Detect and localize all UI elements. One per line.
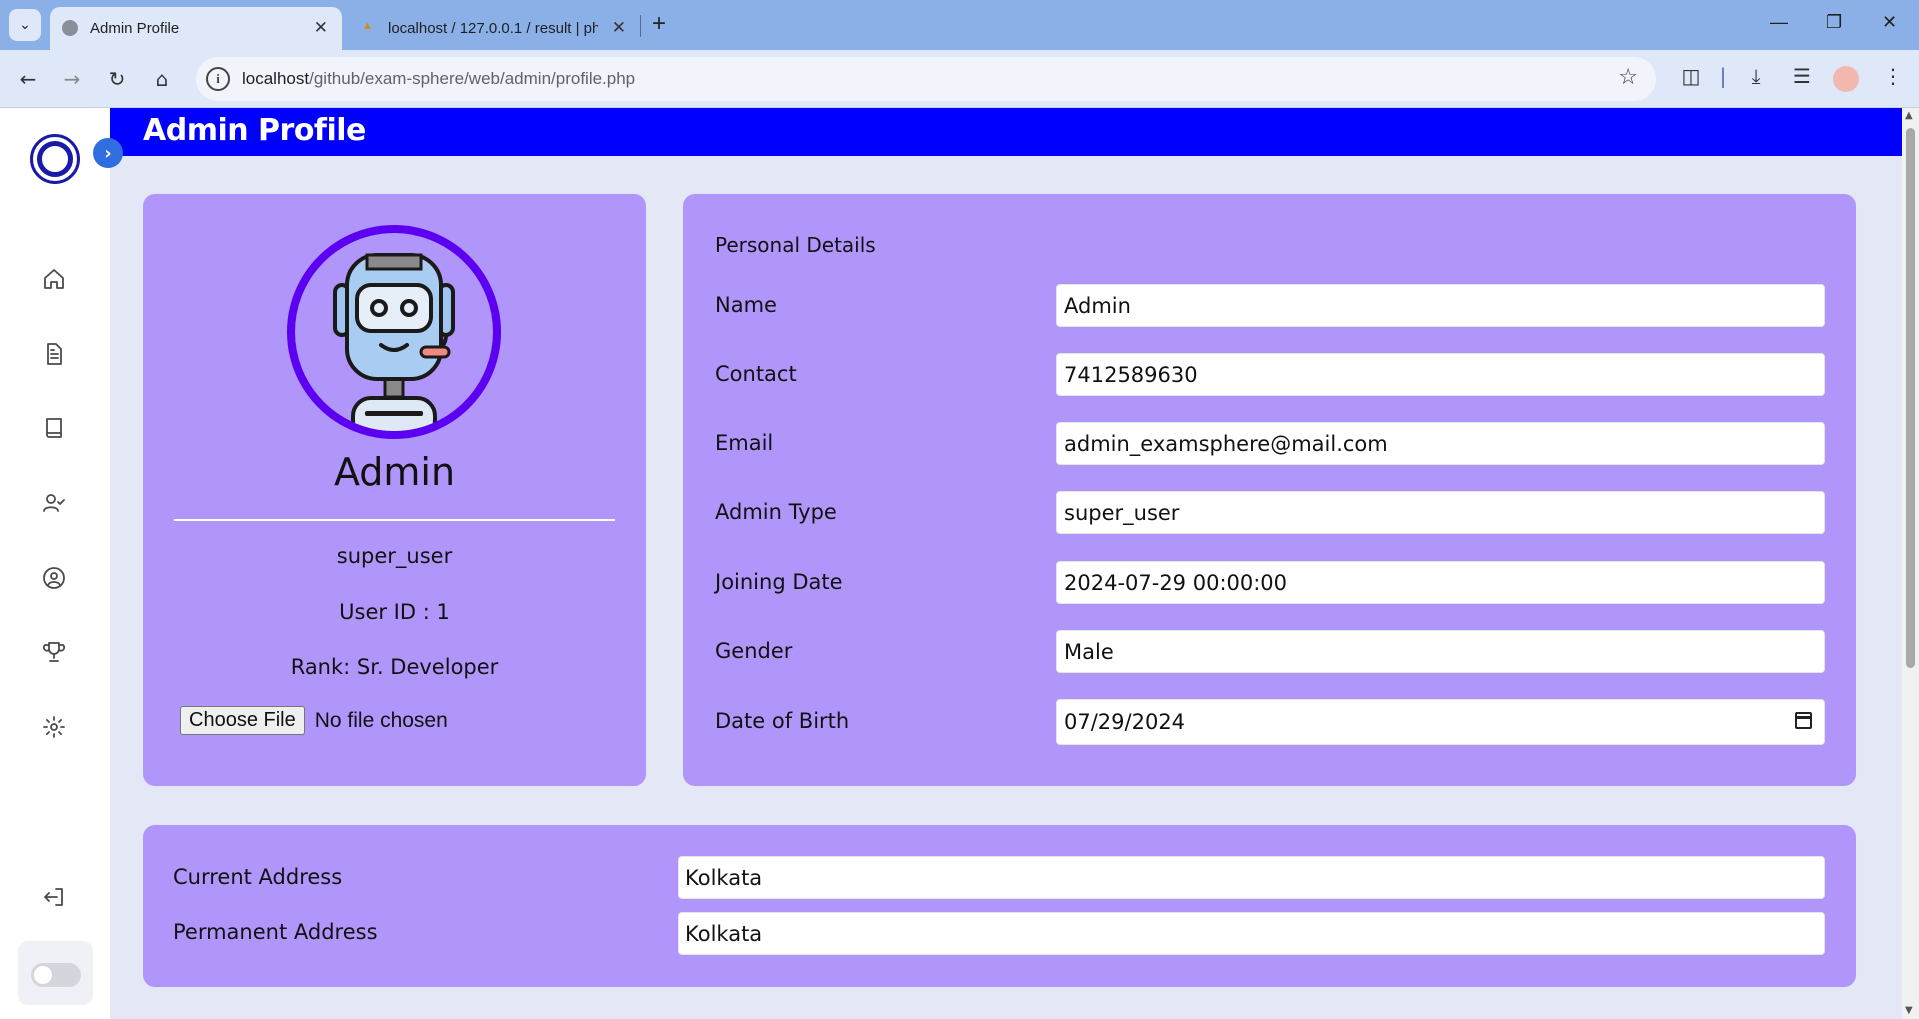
home-icon[interactable]: [40, 265, 68, 293]
choose-file-button[interactable]: Choose File: [180, 706, 305, 735]
avatar: [287, 225, 501, 439]
tab-title: localhost / 127.0.0.1 / result | ph: [388, 20, 598, 37]
reload-icon[interactable]: ↻: [102, 64, 132, 94]
bookmark-star-icon[interactable]: ☆: [1618, 65, 1638, 90]
browser-tab-bar: ⌄ Admin Profile ✕ ▲ localhost / 127.0.0.…: [0, 0, 1919, 50]
extensions-icon[interactable]: ◫: [1676, 64, 1706, 88]
logout-icon[interactable]: [40, 883, 68, 911]
profile-card: Admin super_user User ID : 1 Rank: Sr. D…: [143, 194, 646, 786]
dark-mode-toggle[interactable]: [31, 963, 81, 987]
address-card: Current Address Kolkata Permanent Addres…: [143, 825, 1856, 987]
sidebar: [0, 108, 110, 1019]
back-icon[interactable]: ←: [13, 64, 43, 94]
user-check-icon[interactable]: [40, 489, 68, 517]
rank-text: Rank: Sr. Developer: [290, 655, 499, 679]
admin-type-text: super_user: [336, 544, 453, 568]
menu-kebab-icon[interactable]: ⋮: [1878, 64, 1908, 88]
close-tab-icon[interactable]: ✕: [314, 18, 328, 38]
divider: [174, 519, 615, 521]
close-window-icon[interactable]: ✕: [1882, 12, 1897, 33]
restore-icon[interactable]: ❐: [1826, 12, 1842, 33]
profile-avatar-icon[interactable]: [1833, 66, 1859, 92]
scroll-down-icon[interactable]: ▼: [1905, 1005, 1913, 1016]
app-logo[interactable]: [30, 134, 80, 184]
calendar-icon[interactable]: [1795, 712, 1812, 729]
browser-toolbar: ← → ↻ ⌂ i localhost/github/exam-sphere/w…: [0, 50, 1919, 108]
tab-phpmyadmin[interactable]: ▲ localhost / 127.0.0.1 / result | ph ✕: [350, 7, 640, 50]
permanent-address-field[interactable]: Kolkata: [678, 912, 1825, 955]
forward-icon[interactable]: →: [57, 64, 87, 94]
settings-icon[interactable]: [40, 713, 68, 741]
scroll-up-icon[interactable]: ▲: [1905, 110, 1913, 121]
name-field[interactable]: Admin: [1056, 284, 1825, 327]
contact-label: Contact: [715, 362, 797, 386]
robot-avatar-icon: [333, 253, 455, 431]
permanent-address-label: Permanent Address: [173, 920, 378, 944]
file-upload: Choose File No file chosen: [180, 706, 448, 735]
profile-name: Admin: [333, 450, 456, 494]
current-address-label: Current Address: [173, 865, 343, 889]
joining-date-field[interactable]: 2024-07-29 00:00:00: [1056, 561, 1825, 604]
joining-date-label: Joining Date: [715, 570, 843, 594]
admin-type-label: Admin Type: [715, 500, 837, 524]
dob-field[interactable]: 07/29/2024: [1056, 699, 1825, 745]
site-info-icon[interactable]: i: [206, 67, 230, 91]
tab-title: Admin Profile: [90, 20, 180, 37]
scrollbar-thumb[interactable]: [1906, 128, 1915, 668]
personal-details-card: Personal Details Name Admin Contact 7412…: [683, 194, 1856, 786]
page-scrollbar[interactable]: ▲ ▼: [1902, 108, 1919, 1019]
section-title: Personal Details: [715, 233, 876, 257]
admin-type-field[interactable]: super_user: [1056, 491, 1825, 534]
tab-search-button[interactable]: ⌄: [9, 9, 41, 41]
email-label: Email: [715, 431, 774, 455]
trophy-icon[interactable]: [40, 638, 68, 666]
new-tab-button[interactable]: +: [652, 10, 666, 38]
url-text: localhost/github/exam-sphere/web/admin/p…: [242, 69, 636, 88]
user-id-text: User ID : 1: [339, 600, 450, 624]
tab-admin-profile[interactable]: Admin Profile ✕: [50, 7, 342, 50]
phpmyadmin-icon: ▲: [362, 20, 373, 32]
app-root: › Admin Profile Admin super_user User ID…: [0, 108, 1919, 1019]
contact-field[interactable]: 7412589630: [1056, 353, 1825, 396]
page-title: Admin Profile: [143, 113, 366, 148]
dob-value: 07/29/2024: [1064, 710, 1186, 734]
chevron-right-icon[interactable]: ›: [93, 138, 123, 168]
name-label: Name: [715, 293, 777, 317]
dob-label: Date of Birth: [715, 709, 850, 733]
email-field[interactable]: admin_examsphere@mail.com: [1056, 422, 1825, 465]
close-tab-icon[interactable]: ✕: [612, 18, 626, 38]
download-icon[interactable]: ⤓: [1741, 64, 1771, 88]
toolbar-divider: |: [1719, 64, 1727, 88]
globe-icon: [62, 20, 78, 36]
current-address-field[interactable]: Kolkata: [678, 856, 1825, 899]
gender-field[interactable]: Male: [1056, 630, 1825, 673]
gender-label: Gender: [715, 639, 793, 663]
book-icon[interactable]: [40, 414, 68, 442]
user-circle-icon[interactable]: [40, 564, 68, 592]
address-bar[interactable]: i localhost/github/exam-sphere/web/admin…: [196, 57, 1656, 101]
home-button-icon[interactable]: ⌂: [147, 64, 177, 94]
minimize-icon[interactable]: —: [1770, 12, 1788, 33]
file-status-text: No file chosen: [314, 708, 448, 732]
document-icon[interactable]: [40, 340, 68, 368]
media-control-icon[interactable]: ☰: [1787, 64, 1817, 88]
page-header: Admin Profile: [110, 108, 1902, 156]
theme-toggle-container: [18, 941, 93, 1005]
tab-separator: [640, 15, 641, 37]
